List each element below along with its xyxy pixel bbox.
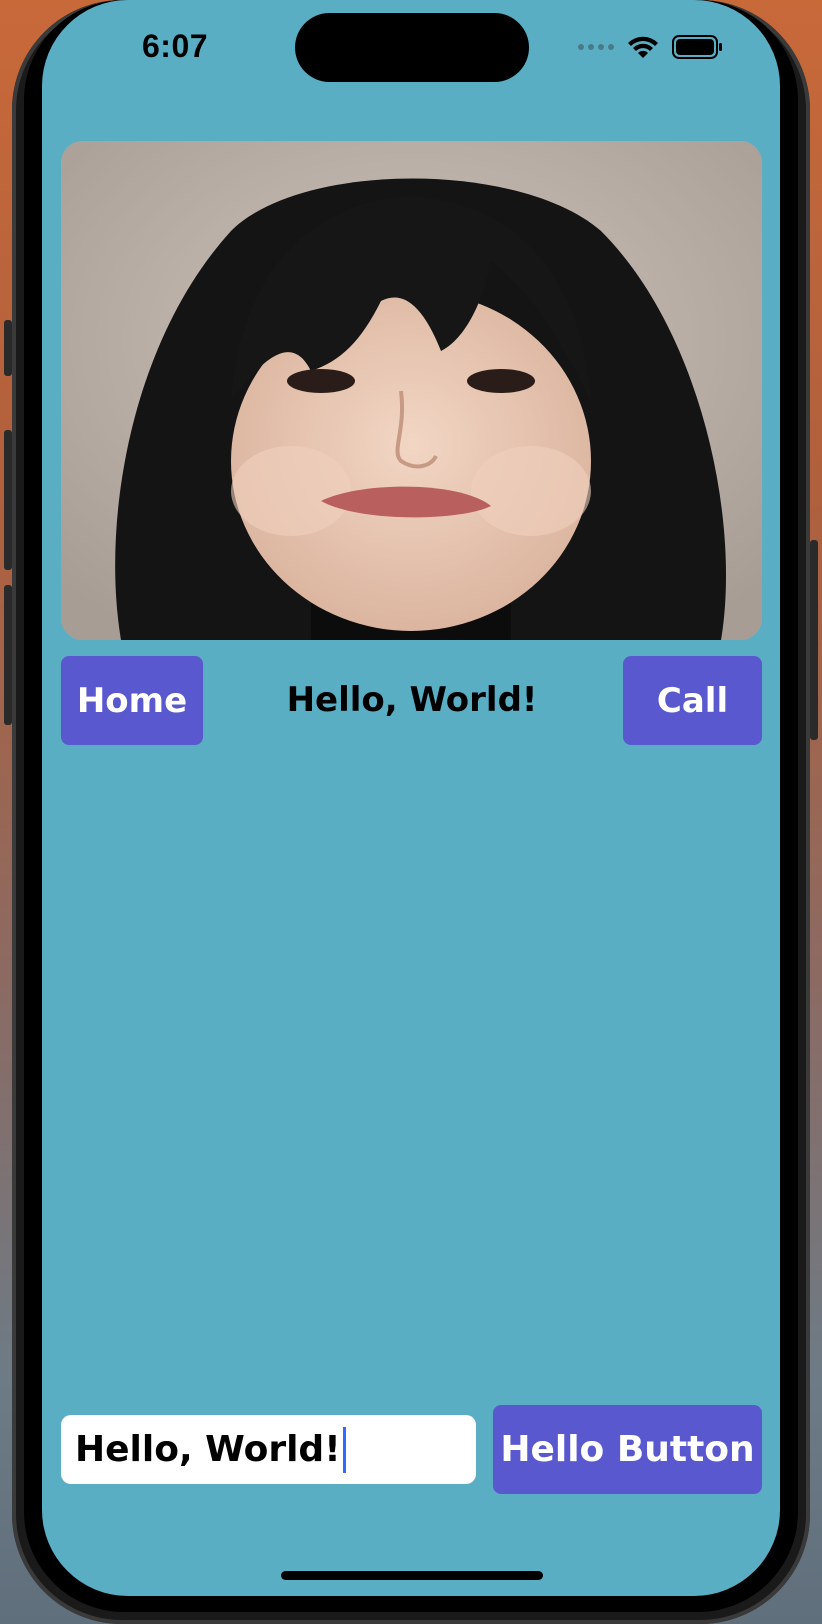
text-input-value: Hello, World!: [75, 1429, 341, 1470]
app-screen: 6:07 Home Hello, World! Call Hello, Worl…: [42, 0, 780, 1596]
side-button: [4, 320, 12, 376]
portrait-image: [61, 141, 762, 640]
text-caret: [342, 1426, 346, 1473]
side-button: [810, 540, 818, 740]
side-button: [4, 585, 12, 725]
wifi-icon: [628, 36, 658, 58]
side-button: [4, 430, 12, 570]
dynamic-island: [295, 13, 529, 82]
call-button[interactable]: Call: [623, 656, 762, 745]
text-input[interactable]: Hello, World!: [61, 1415, 476, 1484]
home-button[interactable]: Home: [61, 656, 203, 745]
home-indicator[interactable]: [281, 1571, 543, 1580]
status-icons: [578, 34, 724, 60]
hello-button[interactable]: Hello Button: [493, 1405, 762, 1494]
hello-title: Hello, World!: [286, 680, 538, 720]
battery-icon: [672, 35, 722, 59]
profile-photo: [61, 141, 762, 640]
cellular-signal-icon: [578, 44, 614, 50]
status-time: 6:07: [142, 28, 209, 64]
